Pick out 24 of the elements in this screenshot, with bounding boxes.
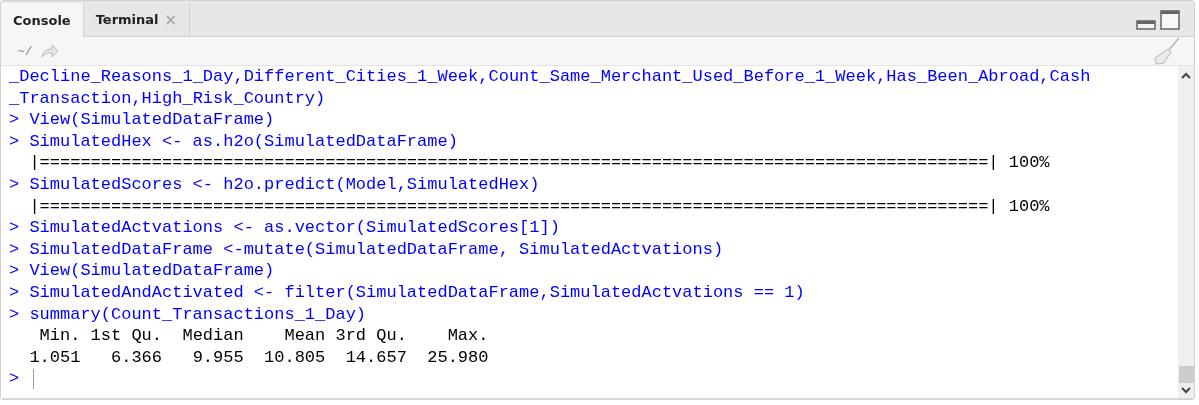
console-line: |=============================================================================================| 100% <box>28 195 1050 218</box>
console-line: > View(SimulatedDataFrame) <box>9 260 275 282</box>
console-line: > SimulatedScores <- h2o.predict(Model,SimulatedHex) <box>9 173 540 196</box>
scrollbar[interactable] <box>1178 66 1194 398</box>
console-line: > SimulatedDataFrame <-mutate(SimulatedDataFrame, SimulatedActvations) <box>9 238 724 261</box>
console-line: _Transaction,High_Risk_Country) <box>9 87 326 110</box>
console-line: |=============================================================================================| 100% <box>28 152 1050 174</box>
console-line: > View(SimulatedDataFrame) <box>9 109 275 131</box>
console-line: > SimulatedAndActivated <- filter(SimulatedDataFrame,SimulatedActvations == 1) <box>9 281 805 304</box>
console-prompt[interactable]: > <box>9 368 35 390</box>
console-line: 1.051 6.366 9.955 10.805 14.657 25.980 <box>28 346 490 369</box>
console-line: Min. 1st Qu. Median Mean 3rd Qu. Max. <box>38 325 490 347</box>
chevron-up-icon[interactable] <box>1181 72 1191 79</box>
pane-tab[interactable]: Terminal × <box>83 3 191 36</box>
console-line: _Decline_Reasons_1_Day,Different_Cities_1_Week,Count_Same_Merchant_Used_Before_1_Week,Has_Been_Abroad,Cash <box>9 66 1091 88</box>
console-line: > SimulatedActvations <- as.vector(SimulatedScores[1]) <box>9 217 560 239</box>
maximize-icon[interactable] <box>1160 10 1180 30</box>
console-line: > SimulatedHex <- as.h2o(SimulatedDataFrame) <box>9 130 458 153</box>
minimize-icon[interactable] <box>1136 20 1156 30</box>
console-line: > summary(Count_Transactions_1_Day) <box>9 303 367 326</box>
scrollbar-thumb[interactable] <box>1178 366 1194 383</box>
pane-tab[interactable]: Console <box>1 3 84 37</box>
working-directory-path: ~/ <box>17 43 33 59</box>
chevron-down-icon[interactable] <box>1181 387 1191 394</box>
